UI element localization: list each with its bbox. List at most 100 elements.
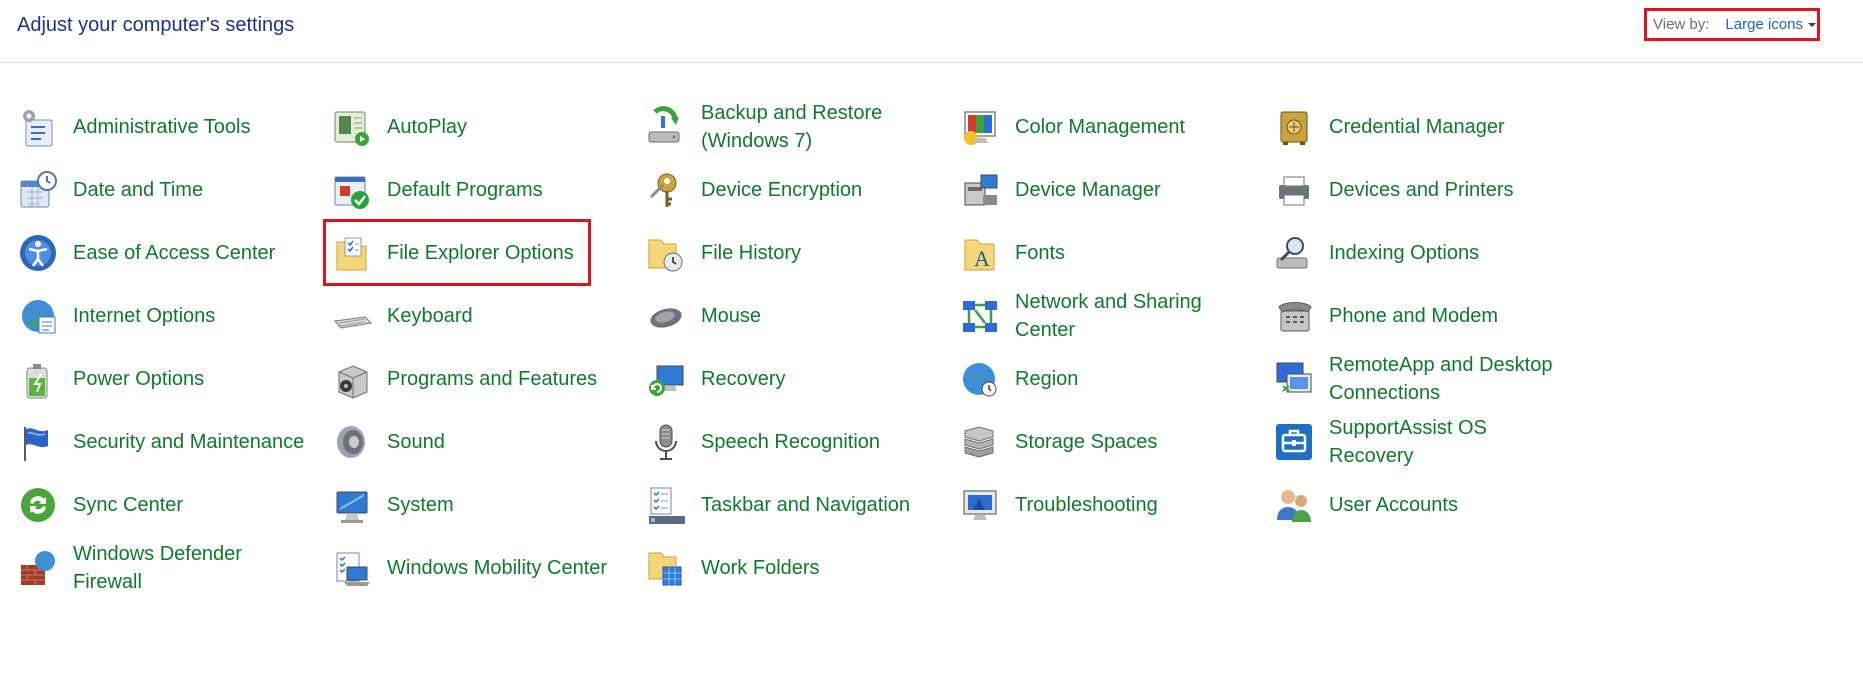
globe-clock-icon xyxy=(959,358,1001,400)
key-icon xyxy=(645,169,687,211)
control-panel-item[interactable]: Power Options xyxy=(17,348,204,410)
folder-options-icon xyxy=(331,232,373,274)
storage-drives-icon xyxy=(959,421,1001,463)
phone-icon xyxy=(1273,295,1315,337)
control-panel-item[interactable]: Mouse xyxy=(645,285,761,347)
admin-tools-icon xyxy=(17,106,59,148)
control-panel-item-label: Power Options xyxy=(73,368,205,390)
control-panel-item-label: Color Management xyxy=(1015,116,1186,138)
programs-box-icon xyxy=(331,358,373,400)
laptop-checklist-icon xyxy=(331,547,373,589)
control-panel-item-label: Windows Mobility Center xyxy=(387,557,608,579)
control-panel-item[interactable]: Taskbar and Navigation xyxy=(645,474,910,536)
control-panel-item[interactable]: AutoPlay xyxy=(331,96,467,158)
control-panel-item[interactable]: Speech Recognition xyxy=(645,411,880,473)
control-panel-item-label: Keyboard xyxy=(387,305,473,327)
control-panel-item[interactable]: Storage Spaces xyxy=(959,411,1157,473)
control-panel-item[interactable]: Device Encryption xyxy=(645,159,862,221)
control-panel-item[interactable]: RemoteApp and Desktop Connections xyxy=(1273,348,1552,410)
control-panel-item[interactable]: Sync Center xyxy=(17,474,183,536)
control-panel-item-label: Programs and Features xyxy=(387,368,598,390)
taskbar-icon xyxy=(645,484,687,526)
control-panel-item[interactable]: Windows Defender Firewall xyxy=(17,537,242,599)
control-panel-item[interactable]: Troubleshooting xyxy=(959,474,1158,536)
vault-icon xyxy=(1273,106,1315,148)
network-icon xyxy=(959,295,1001,337)
control-panel-item[interactable]: Administrative Tools xyxy=(17,96,250,158)
calendar-clock-icon xyxy=(17,169,59,211)
mouse-icon xyxy=(645,295,687,337)
microphone-icon xyxy=(645,421,687,463)
control-panel-item[interactable]: Region xyxy=(959,348,1078,410)
control-panel-item[interactable]: Internet Options xyxy=(17,285,215,347)
supportassist-icon xyxy=(1273,421,1315,463)
control-panel-item[interactable]: Device Manager xyxy=(959,159,1161,221)
users-icon xyxy=(1273,484,1315,526)
control-panel-item[interactable]: Backup and Restore (Windows 7) xyxy=(645,96,882,158)
page-title: Adjust your computer's settings xyxy=(17,14,295,36)
control-panel-item[interactable]: SupportAssist OS Recovery xyxy=(1273,411,1487,473)
control-panel-item[interactable]: A Fonts xyxy=(959,222,1065,284)
control-panel-item-label: RemoteApp and Desktop Connections xyxy=(1329,354,1553,404)
control-panel-item[interactable]: User Accounts xyxy=(1273,474,1458,536)
control-panel-item-label: Devices and Printers xyxy=(1329,179,1514,201)
header-bar: Adjust your computer's settings View by:… xyxy=(0,0,1863,63)
flag-icon xyxy=(17,421,59,463)
firewall-icon xyxy=(17,547,59,589)
printer-icon xyxy=(1273,169,1315,211)
control-panel-item[interactable]: Devices and Printers xyxy=(1273,159,1514,221)
control-panel-item[interactable]: Programs and Features xyxy=(331,348,597,410)
ease-of-access-icon xyxy=(17,232,59,274)
view-by-dropdown[interactable]: Large icons xyxy=(1725,16,1816,33)
control-panel-item[interactable]: Date and Time xyxy=(17,159,203,221)
keyboard-icon xyxy=(331,295,373,337)
control-panel-item[interactable]: Windows Mobility Center xyxy=(331,537,607,599)
control-panel-item-label: Indexing Options xyxy=(1329,242,1480,264)
default-programs-icon xyxy=(331,169,373,211)
magnifier-drive-icon xyxy=(1273,232,1315,274)
control-panel-item-label: Speech Recognition xyxy=(701,431,881,453)
globe-icon xyxy=(17,295,59,337)
control-panel-item[interactable]: File Explorer Options xyxy=(331,222,574,284)
control-panel-item-label: File History xyxy=(701,242,802,264)
control-panel-item-label: User Accounts xyxy=(1329,494,1458,516)
color-monitor-icon xyxy=(959,106,1001,148)
control-panel-item[interactable]: Network and Sharing Center xyxy=(959,285,1202,347)
control-panel-item[interactable]: System xyxy=(331,474,454,536)
control-panel-item[interactable]: Phone and Modem xyxy=(1273,285,1498,347)
control-panel-item-label: File Explorer Options xyxy=(387,242,574,264)
control-panel-item-label: Internet Options xyxy=(73,305,216,327)
control-panel-item-label: Work Folders xyxy=(701,557,820,579)
control-panel-item[interactable]: File History xyxy=(645,222,801,284)
control-panel-item-label: Taskbar and Navigation xyxy=(701,494,911,516)
recovery-monitor-icon xyxy=(645,358,687,400)
control-panel-item-label: Troubleshooting xyxy=(1015,494,1158,516)
control-panel-item[interactable]: Recovery xyxy=(645,348,785,410)
control-panel-item-label: Security and Maintenance xyxy=(73,431,305,453)
control-panel-item[interactable]: Default Programs xyxy=(331,159,543,221)
folder-clock-icon xyxy=(645,232,687,274)
control-panel-item[interactable]: Security and Maintenance xyxy=(17,411,304,473)
sync-icon xyxy=(17,484,59,526)
control-panel-item[interactable]: Sound xyxy=(331,411,445,473)
control-panel-item-label: Region xyxy=(1015,368,1079,390)
control-panel-item[interactable]: Color Management xyxy=(959,96,1185,158)
control-panel-item-label: Device Manager xyxy=(1015,179,1161,201)
control-panel-item-label: Device Encryption xyxy=(701,179,863,201)
control-panel-item-label: Default Programs xyxy=(387,179,543,201)
control-panel-item[interactable]: Credential Manager xyxy=(1273,96,1505,158)
control-panel-item-label: Storage Spaces xyxy=(1015,431,1158,453)
view-by-label: View by: xyxy=(1653,16,1710,33)
control-panel-item-label: Ease of Access Center xyxy=(73,242,276,264)
control-panel-item[interactable]: Keyboard xyxy=(331,285,473,347)
speaker-icon xyxy=(331,421,373,463)
control-panel-item-label: Date and Time xyxy=(73,179,204,201)
control-panel-item-label: Sound xyxy=(387,431,445,453)
control-panel-item[interactable]: Ease of Access Center xyxy=(17,222,275,284)
view-by-value: Large icons xyxy=(1725,16,1803,33)
control-panel-item[interactable]: Work Folders xyxy=(645,537,820,599)
control-panel-item[interactable]: Indexing Options xyxy=(1273,222,1479,284)
computer-icon xyxy=(331,484,373,526)
control-panel-item-label: Fonts xyxy=(1015,242,1066,264)
control-panel-item-label: SupportAssist OS Recovery xyxy=(1329,417,1487,467)
